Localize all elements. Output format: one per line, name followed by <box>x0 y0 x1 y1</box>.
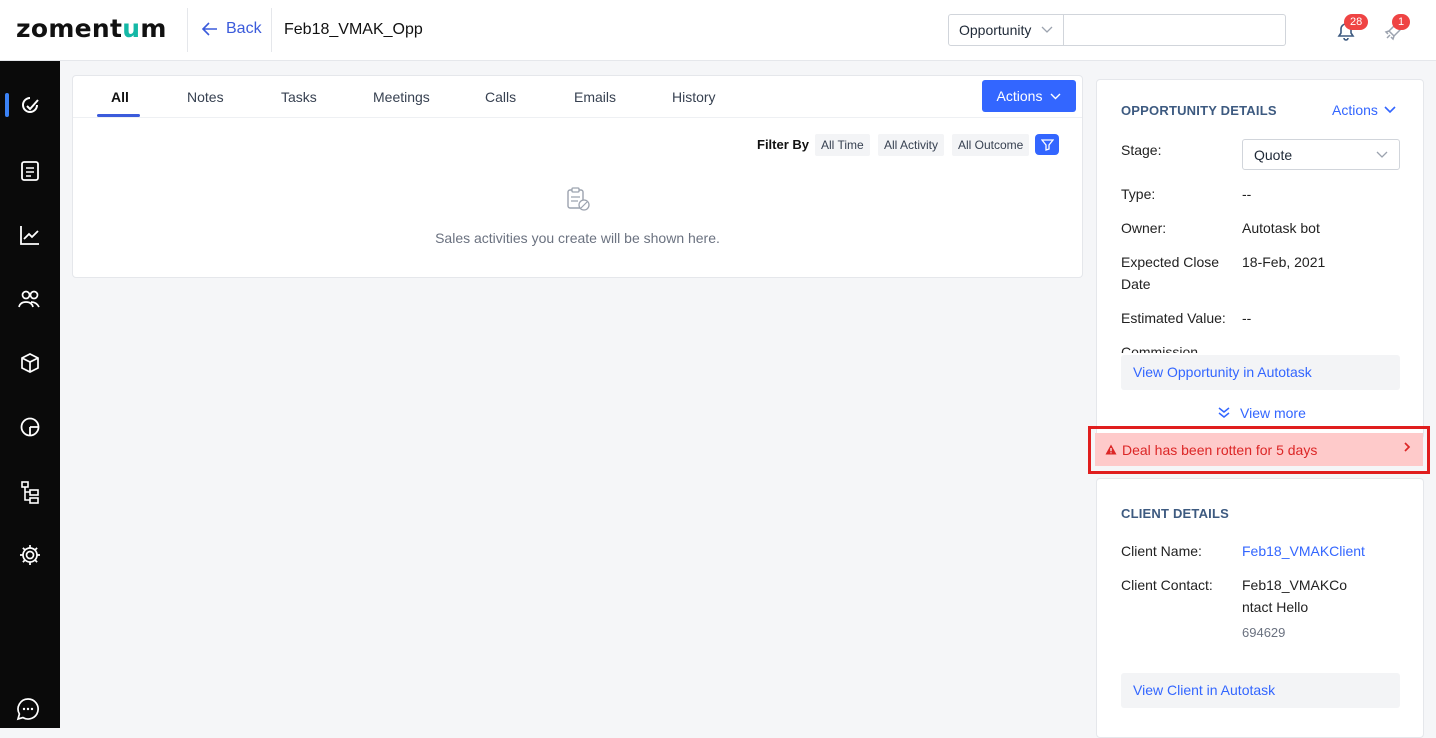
tab-tasks[interactable]: Tasks <box>281 89 317 105</box>
notifications-badge: 28 <box>1344 14 1369 30</box>
chat-icon <box>16 698 39 721</box>
sidebar-item-dashboard[interactable] <box>0 83 60 127</box>
rocket-button[interactable]: 1 <box>1383 14 1411 47</box>
owner-label: Owner: <box>1121 220 1167 236</box>
logo-text-c: m <box>140 14 167 43</box>
chevron-down-icon <box>1041 26 1053 33</box>
stage-label: Stage: <box>1121 142 1162 158</box>
client-contact-value[interactable]: Feb18_VMAKCo <box>1242 574 1347 596</box>
expected-close-label-line2: Date <box>1121 276 1151 292</box>
logo-text-b: u <box>122 14 141 43</box>
search-input[interactable] <box>1064 14 1286 46</box>
pie-icon <box>20 417 40 437</box>
tab-meetings[interactable]: Meetings <box>373 89 430 105</box>
active-tab-indicator <box>97 114 140 117</box>
back-button[interactable]: Back <box>202 20 262 38</box>
actions-label: Actions <box>1332 102 1378 118</box>
client-contact-phone: 694629 <box>1242 625 1286 640</box>
page-title: Feb18_VMAK_Opp <box>284 21 423 38</box>
divider <box>187 8 188 52</box>
chevron-right-icon <box>1404 442 1411 452</box>
opportunity-details-card: OPPORTUNITY DETAILS Actions Stage: Quote… <box>1096 79 1424 439</box>
tab-history[interactable]: History <box>672 89 716 105</box>
search-type-select[interactable]: Opportunity <box>948 14 1064 46</box>
estimated-value: -- <box>1242 310 1252 326</box>
users-icon <box>18 290 40 308</box>
estimated-value-label: Estimated Value: <box>1121 310 1226 326</box>
rocket-badge: 1 <box>1392 14 1411 30</box>
commission-label-partial: Commission <box>1121 344 1199 353</box>
back-label: Back <box>226 20 262 37</box>
opportunity-actions-button[interactable]: Actions <box>1332 102 1396 118</box>
chevron-down-icon <box>1376 151 1388 158</box>
client-details-title: CLIENT DETAILS <box>1121 506 1229 521</box>
warning-icon <box>1105 444 1117 455</box>
rotten-deal-alert[interactable]: Deal has been rotten for 5 days <box>1095 433 1423 466</box>
tab-emails[interactable]: Emails <box>574 89 616 105</box>
arrow-left-icon <box>202 22 217 36</box>
tab-calls[interactable]: Calls <box>485 89 516 105</box>
activity-panel: All Notes Tasks Meetings Calls Emails Hi… <box>72 75 1083 278</box>
funnel-icon <box>1040 138 1054 151</box>
client-details-card: CLIENT DETAILS Client Name: Feb18_VMAKCl… <box>1096 478 1424 738</box>
filter-by-label: Filter By <box>757 137 810 152</box>
tab-notes[interactable]: Notes <box>187 89 224 105</box>
chat-button[interactable] <box>16 697 40 726</box>
client-contact-label: Client Contact: <box>1121 577 1213 593</box>
opportunity-details-title: OPPORTUNITY DETAILS <box>1121 103 1277 118</box>
activity-tabs: All Notes Tasks Meetings Calls Emails Hi… <box>73 76 1082 118</box>
chart-icon <box>20 226 39 245</box>
sidebar-item-reports[interactable] <box>0 213 60 257</box>
filter-outcome[interactable]: All Outcome <box>952 134 1030 156</box>
divider <box>271 8 272 52</box>
owner-value: Autotask bot <box>1242 220 1320 236</box>
top-bar: zomentum Back Feb18_VMAK_Opp Opportunity… <box>0 0 1436 61</box>
view-more-button[interactable]: View more <box>1218 405 1306 421</box>
type-value: -- <box>1242 186 1252 202</box>
view-more-label: View more <box>1240 405 1306 421</box>
dashboard-icon <box>22 97 39 113</box>
sidebar-item-analytics[interactable] <box>0 405 60 449</box>
empty-state-text: Sales activities you create will be show… <box>435 230 720 246</box>
logo-text-a: zoment <box>16 14 123 43</box>
type-label: Type: <box>1121 186 1156 202</box>
stage-select[interactable]: Quote <box>1242 139 1400 170</box>
box-icon <box>21 353 39 373</box>
activity-actions-button[interactable]: Actions <box>982 80 1076 112</box>
zomentum-logo[interactable]: zomentum <box>16 14 167 43</box>
document-icon <box>21 161 39 181</box>
sidebar <box>0 61 60 728</box>
rotten-deal-text: Deal has been rotten for 5 days <box>1122 441 1318 458</box>
actions-label: Actions <box>996 88 1043 104</box>
sidebar-item-settings[interactable] <box>0 533 60 577</box>
sidebar-item-workflows[interactable] <box>0 470 60 514</box>
sidebar-item-products[interactable] <box>0 341 60 385</box>
sidebar-item-documents[interactable] <box>0 149 60 193</box>
stage-value: Quote <box>1254 146 1293 163</box>
view-client-autotask-link[interactable]: View Client in Autotask <box>1121 673 1400 708</box>
filter-activity[interactable]: All Activity <box>878 134 945 156</box>
client-name-label: Client Name: <box>1121 543 1202 559</box>
double-chevron-down-icon <box>1218 407 1230 418</box>
chevron-down-icon <box>1384 106 1396 114</box>
view-opportunity-autotask-link[interactable]: View Opportunity in Autotask <box>1121 355 1400 390</box>
search-type-label: Opportunity <box>959 22 1032 38</box>
client-name-link[interactable]: Feb18_VMAKClient <box>1242 540 1365 562</box>
empty-clipboard-icon <box>565 186 591 217</box>
clipped-row: Commission <box>1097 341 1423 353</box>
gear-icon <box>20 545 40 565</box>
notifications-button[interactable]: 28 <box>1336 14 1369 47</box>
apply-filter-button[interactable] <box>1035 134 1059 155</box>
filter-time[interactable]: All Time <box>815 134 870 156</box>
tab-all[interactable]: All <box>111 89 129 105</box>
client-contact-value-line2[interactable]: ntact Hello <box>1242 596 1308 618</box>
expected-close-label: Expected Close <box>1121 254 1220 270</box>
chevron-down-icon <box>1050 93 1061 99</box>
expected-close-value: 18-Feb, 2021 <box>1242 254 1326 270</box>
hierarchy-icon <box>21 481 39 504</box>
sidebar-item-clients[interactable] <box>0 277 60 321</box>
